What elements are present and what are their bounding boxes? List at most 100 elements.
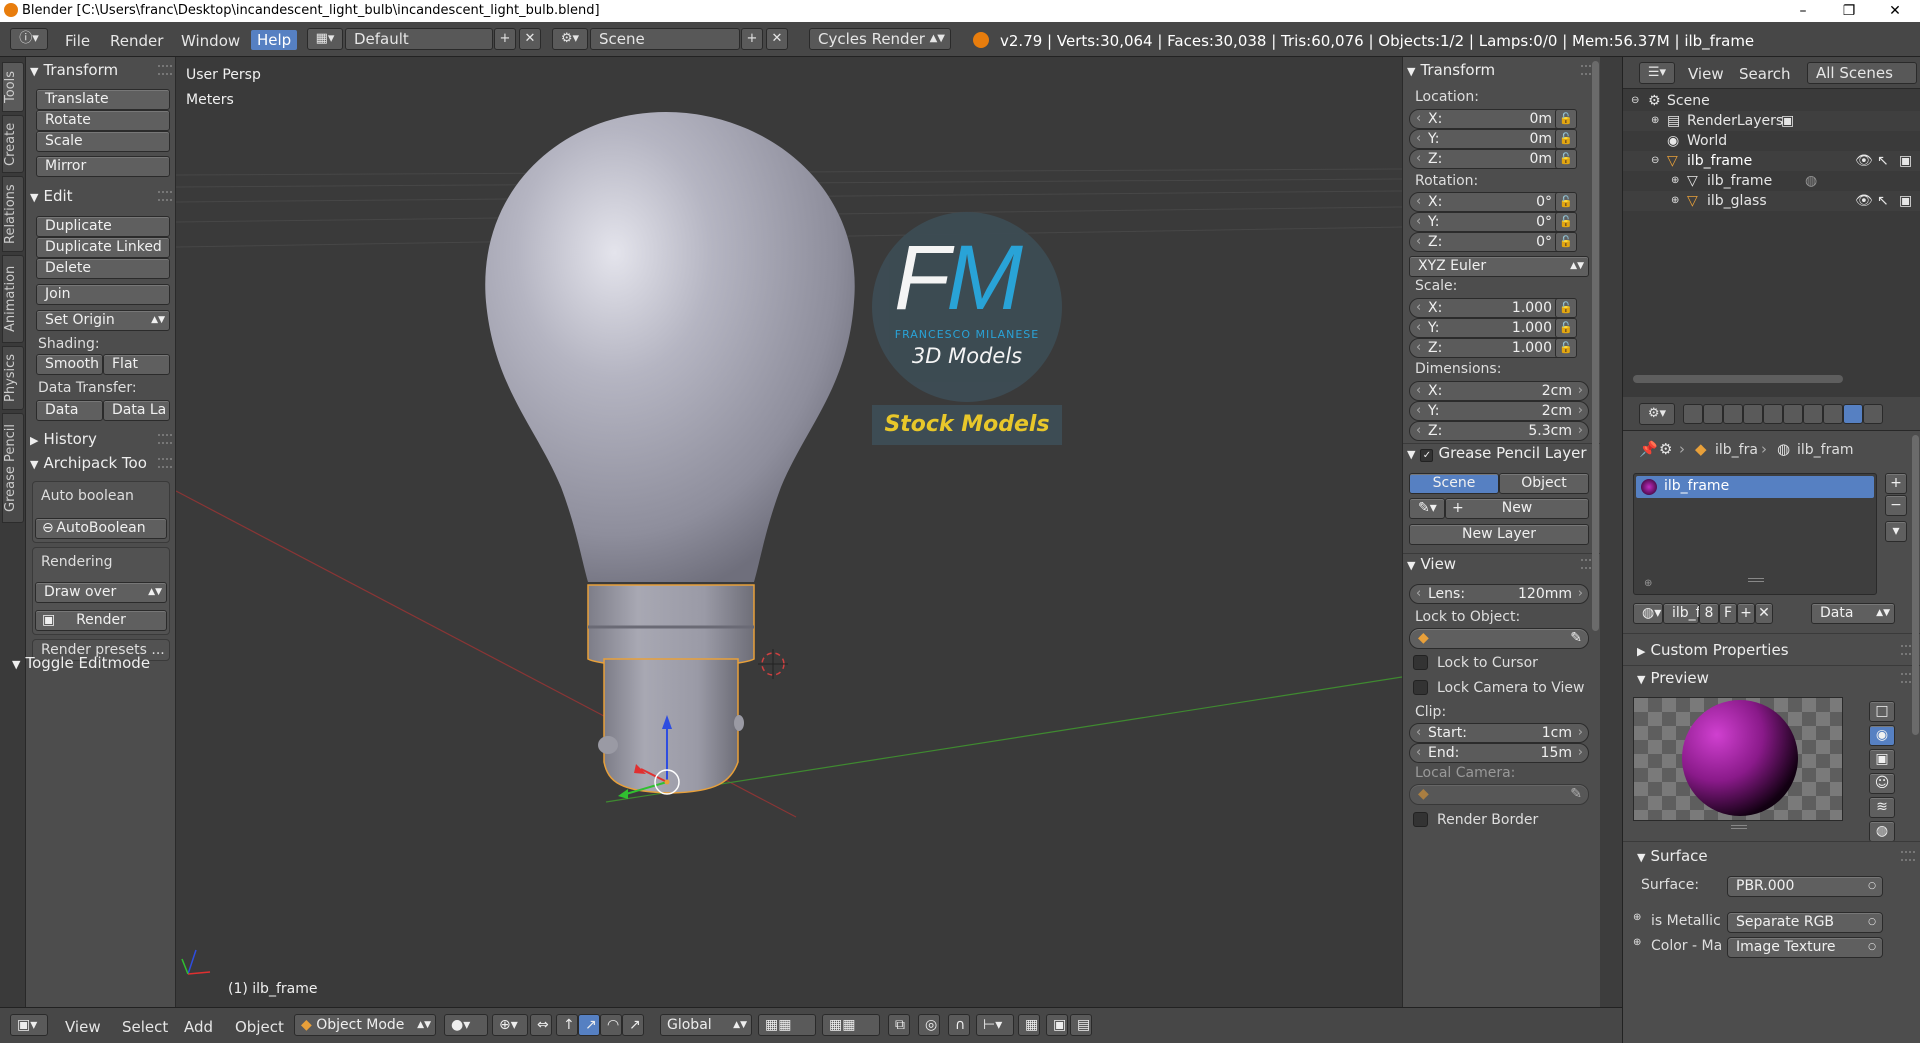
join-button[interactable]: Join [36,284,170,305]
expand-icon[interactable]: ⊕ [1651,111,1659,131]
preview-world-sphere-icon[interactable]: ◍ [1869,821,1895,842]
expand-socket-icon[interactable]: ⊕ [1633,912,1641,923]
rotate-manipulator-icon[interactable]: ↗ [578,1014,600,1036]
clip-end-field[interactable]: End: 15m [1409,743,1589,763]
lock-to-cursor-checkbox[interactable] [1413,655,1428,670]
dimensions-y-field[interactable]: Y: 2cm [1409,401,1589,421]
snap-target-icon[interactable]: ▦ [1018,1014,1040,1036]
expand-icon[interactable]: ⊕ [1671,171,1679,191]
opengl-render-icon[interactable]: ▣ [1046,1014,1068,1036]
grease-pencil-toggle-icon[interactable]: ✓ [1420,449,1434,462]
lock-icon[interactable]: 🔓 [1555,129,1577,149]
scale-manipulator-icon[interactable]: ◠ [600,1014,622,1036]
data-layout-button[interactable]: Data La [103,400,170,421]
outliner-row-scene[interactable]: ⊖ ⚙ Scene [1623,91,1920,111]
duplicate-linked-button[interactable]: Duplicate Linked [36,237,170,258]
outliner-view-menu[interactable]: View [1688,65,1724,83]
unlink-material-icon[interactable]: ✕ [1755,603,1773,624]
rotation-mode-dropdown[interactable]: XYZ Euler ▲▼ [1409,256,1589,277]
list-resize-grip[interactable] [1748,578,1764,582]
3d-cursor[interactable] [758,649,788,679]
edit-panel-header[interactable]: ▼ Edit [30,187,172,207]
modifiers-context-icon[interactable] [1803,404,1823,424]
pin-icon[interactable]: 📌 [1639,440,1658,458]
lock-icon[interactable]: 🔓 [1555,318,1577,338]
custom-properties-panel[interactable]: ▶ Custom Properties [1637,641,1915,661]
surface-shader-field[interactable]: PBR.000 ○ [1727,876,1883,897]
proportional-edit-icon[interactable]: ◎ [918,1014,940,1036]
preview-flat-icon[interactable]: □ [1869,701,1895,722]
scene-selector-icon[interactable]: ⚙▾ [552,28,588,50]
tab-animation[interactable]: Animation [2,255,24,343]
editor-type-info-icon[interactable]: ⓘ▾ [10,28,48,50]
material-name-field[interactable]: ilb_fr [1663,603,1706,624]
preview-cube-icon[interactable]: ▣ [1869,749,1895,770]
remove-screen-icon[interactable]: ✕ [519,28,541,50]
cursor-select-icon[interactable]: ↖ [1877,151,1889,171]
preview-resize-grip[interactable] [1731,825,1747,829]
mirror-button[interactable]: Mirror [36,156,170,177]
outliner-row-ilb-glass[interactable]: ⊕ ▽ ilb_glass 👁 ↖ ▣ [1623,191,1920,211]
scene-name-field[interactable]: Scene [590,28,740,50]
clip-start-field[interactable]: Start: 1cm [1409,723,1589,743]
scale-button[interactable]: Scale [36,131,170,152]
tab-grease-pencil[interactable]: Grease Pencil [2,413,24,523]
constraints-context-icon[interactable] [1783,404,1803,424]
render-engine-dropdown[interactable]: Cycles Render ▲▼ [809,28,951,50]
bulb-glass[interactable] [485,112,855,582]
tab-tools[interactable]: Tools [2,62,24,112]
shade-flat-button[interactable]: Flat [103,354,170,375]
render-button[interactable]: ▣ Render [35,610,167,631]
editor-type-properties-icon[interactable]: ⚙▾ [1639,403,1675,425]
lock-icon[interactable]: 🔓 [1555,192,1577,212]
outliner-hscrollbar[interactable] [1633,375,1843,383]
editor-type-3dview-icon[interactable]: ▣▾ [10,1014,48,1036]
preview-monkey-icon[interactable]: ☺ [1869,773,1895,794]
set-origin-dropdown[interactable]: Set Origin ▲▼ [36,310,170,331]
tab-physics[interactable]: Physics [2,346,24,410]
display-mode-dropdown[interactable]: All Scenes [1807,62,1917,84]
lock-icon[interactable]: 🔓 [1555,212,1577,232]
n-transform-header[interactable]: ▼ Transform [1407,61,1595,81]
world-context-icon[interactable] [1743,404,1763,424]
add-material-slot-button[interactable]: + [1885,473,1907,494]
is-metallic-input-field[interactable]: Separate RGB ○ [1727,912,1883,933]
lock-icon[interactable]: 🔓 [1555,338,1577,358]
add-screen-icon[interactable]: + [494,28,516,50]
properties-scrollbar[interactable] [1912,431,1919,991]
material-users-count[interactable]: 8 [1699,603,1719,624]
location-x-field[interactable]: X: 0m [1409,109,1569,129]
collapse-icon[interactable]: ⊖ [1631,91,1639,111]
material-specials-button[interactable]: ▾ [1885,521,1907,542]
cursor-select-icon[interactable]: ↖ [1877,191,1889,211]
location-z-field[interactable]: Z: 0m [1409,149,1569,169]
manipulator-toggle-icon[interactable]: ⇔ [530,1014,552,1036]
bulb-base[interactable] [603,658,739,794]
lock-icon[interactable]: 🔓 [1555,149,1577,169]
new-grease-pencil-button[interactable]: + New [1445,498,1589,519]
delete-button[interactable]: Delete [36,258,170,279]
snap-element-dropdown[interactable]: ⊢▾ [976,1014,1014,1036]
data-transfer-button[interactable]: Data [36,400,103,421]
fake-user-button[interactable]: F [1719,603,1737,624]
object-context-icon[interactable] [1763,404,1783,424]
lock-icon[interactable]: 🔓 [1555,298,1577,318]
material-link-dropdown[interactable]: Data ▲▼ [1811,603,1895,624]
duplicate-button[interactable]: Duplicate [36,216,170,237]
history-panel-header[interactable]: ▶ History [30,430,172,450]
rotation-x-field[interactable]: X: 0° [1409,192,1569,212]
lock-icon[interactable]: 🔓 [1555,109,1577,129]
remove-scene-icon[interactable]: ✕ [766,28,788,50]
interaction-mode-dropdown[interactable]: ◆ Object Mode ▲▼ [294,1014,436,1036]
panel-grip-icon[interactable] [158,458,172,468]
scale-y-field[interactable]: Y: 1.000 [1409,318,1569,338]
outliner-search-menu[interactable]: Search [1739,65,1791,83]
pivot-point-dropdown[interactable]: ⊕▾ [492,1014,528,1036]
opengl-render-animation-icon[interactable]: ▤ [1070,1014,1092,1036]
camera-render-icon[interactable]: ▣ [1899,191,1912,211]
archipack-panel-header[interactable]: ▼ Archipack Too [30,454,172,474]
close-icon[interactable]: ✕ [1872,0,1918,22]
add-scene-icon[interactable]: + [741,28,763,50]
rotation-z-field[interactable]: Z: 0° [1409,232,1569,252]
rotation-y-field[interactable]: Y: 0° [1409,212,1569,232]
